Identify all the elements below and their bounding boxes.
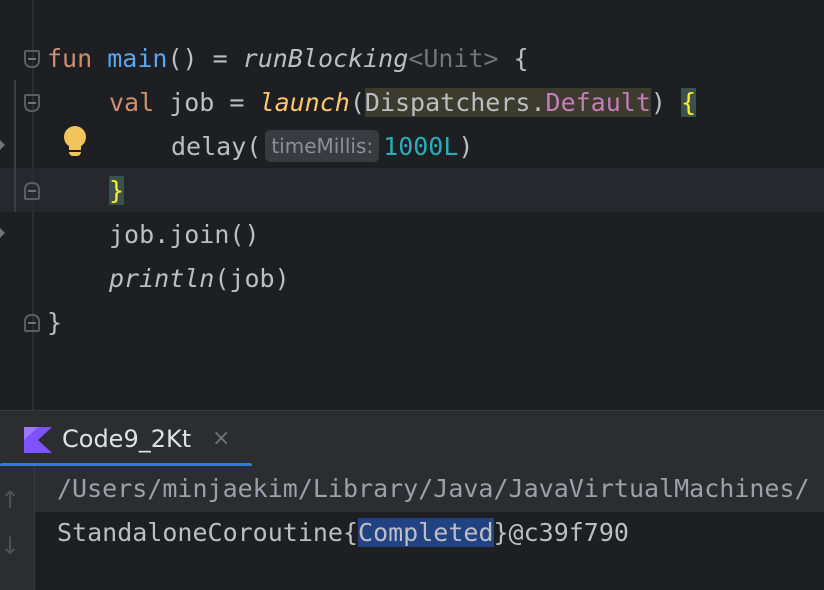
dispatchers-text: Dispatchers. — [364, 88, 546, 117]
code-text: job.join() — [109, 220, 260, 249]
call-launch: launch — [259, 88, 350, 117]
paren: ( — [349, 88, 365, 117]
fold-icon[interactable] — [24, 182, 40, 200]
console-line-1: /Users/minjaekim/Library/Java/JavaVirtua… — [57, 474, 810, 503]
parameter-hint: timeMillis: — [265, 130, 380, 162]
intention-bulb-icon[interactable] — [62, 126, 88, 158]
code-line-3: delay(timeMillis: 1000L) — [171, 125, 473, 169]
code-line-5: job.join() — [109, 213, 260, 257]
run-tab-bar: Code9_2Kt × — [0, 410, 824, 467]
lambda-open-brace: { — [681, 88, 697, 117]
fold-icon[interactable] — [24, 314, 40, 332]
number-literal: 1000L — [383, 132, 459, 161]
gutter-arrow-icon — [0, 140, 5, 150]
argument-dispatchers: Dispatchers.Default — [364, 88, 651, 117]
open-brace: { — [498, 44, 529, 73]
code-editor[interactable]: fun main() = runBlocking<Unit> { val job… — [0, 0, 824, 410]
kotlin-file-icon — [24, 427, 52, 453]
code-line-2: val job = launch(Dispatchers.Default) { — [109, 81, 697, 125]
call-println: println — [109, 264, 215, 293]
paren: ) — [650, 88, 666, 117]
keyword-fun: fun — [47, 44, 93, 73]
call-delay: delay( — [171, 132, 262, 161]
tab-label: Code9_2Kt — [62, 425, 192, 453]
call-run-blocking: runBlocking — [242, 44, 409, 73]
tab-run-config[interactable]: Code9_2Kt × — [0, 411, 252, 467]
console-line-2: StandaloneCoroutine{Completed}@c39f790 — [57, 511, 629, 555]
close-icon[interactable]: × — [212, 411, 230, 467]
code-line-6: println(job) — [109, 257, 290, 301]
console-text: }@c39f790 — [493, 518, 629, 547]
code-text: () = — [167, 44, 243, 73]
code-line-7: } — [47, 301, 62, 345]
code-line-4: } — [109, 169, 125, 213]
function-name-main: main — [107, 44, 168, 73]
gutter-change-marker — [14, 80, 16, 212]
fold-icon[interactable] — [24, 50, 40, 68]
close-brace: } — [47, 308, 63, 337]
code-line-1: fun main() = runBlocking<Unit> { — [47, 37, 529, 81]
run-tool-window: Code9_2Kt × ↑ ↓ /Users/minjaekim/Library… — [0, 410, 824, 590]
lambda-close-brace: } — [109, 176, 125, 205]
code-text: job = — [154, 88, 260, 117]
code-text: (job) — [214, 264, 290, 293]
console-text: StandaloneCoroutine{ — [57, 518, 359, 547]
paren: ) — [458, 132, 474, 161]
arrow-up-icon[interactable]: ↑ — [0, 486, 20, 516]
generic-type: <Unit> — [408, 44, 499, 73]
selected-text: Completed — [358, 518, 494, 547]
gutter-arrow-icon — [0, 228, 5, 238]
fold-icon[interactable] — [24, 94, 40, 112]
console-toolbar: ↑ ↓ — [0, 466, 35, 590]
arrow-down-icon[interactable]: ↓ — [0, 532, 20, 562]
keyword-val: val — [109, 88, 155, 117]
console-output[interactable]: /Users/minjaekim/Library/Java/JavaVirtua… — [35, 466, 824, 590]
default-property: Default — [545, 88, 651, 117]
